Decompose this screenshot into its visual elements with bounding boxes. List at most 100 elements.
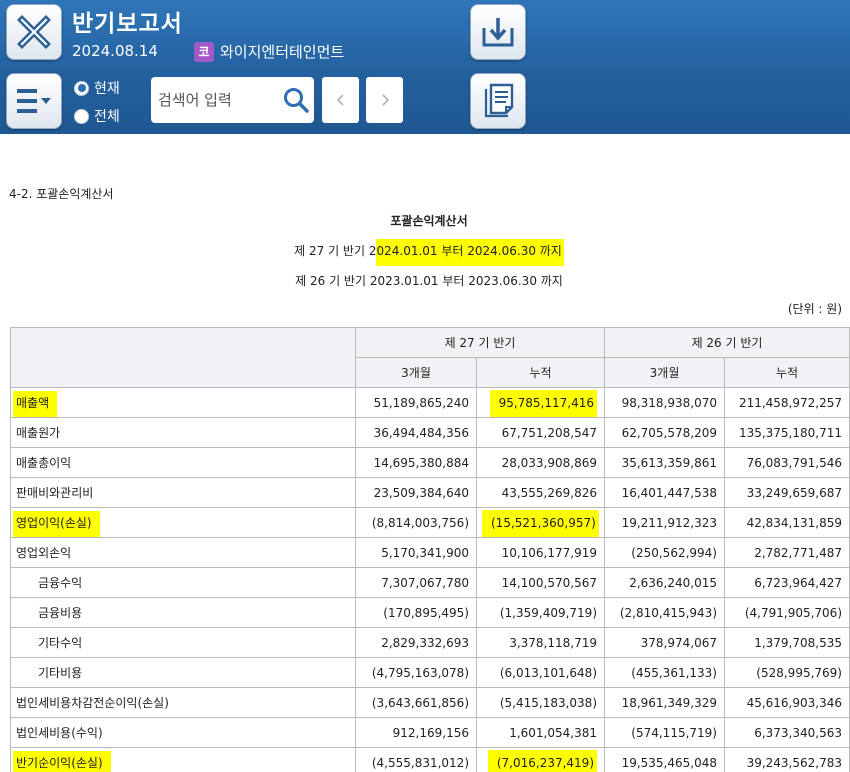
account-label-text: 법인세비용차감전순이익(손실) (16, 696, 169, 710)
app-header: 반기보고서 2024.08.14 코 와이지엔터테인먼트 현재 전체 (0, 0, 850, 134)
amount-value: 62,705,578,209 (621, 425, 717, 440)
account-label-text: 법인세비용(수익) (16, 726, 103, 740)
report-title: 반기보고서 (72, 11, 183, 37)
amount-value: (7,016,237,419) (487, 749, 597, 772)
amount-value: 6,723,964,427 (754, 575, 842, 590)
amount-value: 2,782,771,487 (754, 545, 842, 560)
amount-cell: 1,379,708,535 (724, 627, 850, 658)
amount-value: (4,795,163,078) (371, 665, 469, 680)
menu-button[interactable] (6, 73, 62, 129)
account-label: 매출원가 (10, 417, 356, 448)
amount-cell: 33,249,659,687 (724, 477, 850, 508)
document-icon (484, 83, 514, 118)
amount-cell: 39,243,562,783 (724, 747, 850, 772)
amount-value: 76,083,791,546 (746, 455, 842, 470)
amount-cell: 19,211,912,323 (604, 507, 725, 538)
amount-value: 35,613,359,861 (621, 455, 717, 470)
radio-all[interactable]: 전체 (74, 106, 120, 126)
amount-cell: (455,361,133) (604, 657, 725, 688)
amount-cell: 2,636,240,015 (604, 567, 725, 598)
amount-value: 95,785,117,416 (489, 389, 597, 417)
amount-value: (455,361,133) (631, 665, 717, 680)
amount-cell: 6,373,340,563 (724, 717, 850, 748)
amount-cell: (7,016,237,419) (476, 747, 605, 772)
download-icon (482, 18, 514, 47)
amount-cell: (3,643,661,856) (355, 687, 477, 718)
amount-value: 2,636,240,015 (629, 575, 717, 590)
close-button[interactable] (6, 4, 62, 60)
period-current-prefix: 제 27 기 반기 2 (294, 244, 377, 258)
amount-cell: (5,415,183,038) (476, 687, 605, 718)
amount-cell: 135,375,180,711 (724, 417, 850, 448)
amount-value: 3,378,118,719 (509, 635, 597, 650)
amount-value: 23,509,384,640 (373, 485, 469, 500)
amount-cell: 67,751,208,547 (476, 417, 605, 448)
amount-value: (528,995,769) (756, 665, 842, 680)
amount-cell: (170,895,495) (355, 597, 477, 628)
amount-value: 19,535,465,048 (621, 755, 717, 770)
table-row: 매출액 51,189,865,240 95,785,117,416 98,318,93… (10, 387, 850, 418)
header-account (10, 327, 356, 388)
amount-value: 33,249,659,687 (746, 485, 842, 500)
amount-cell: 7,307,067,780 (355, 567, 477, 598)
search-icon[interactable] (282, 86, 310, 114)
amount-value: 211,458,972,257 (738, 395, 842, 410)
account-label: 영업외손익 (10, 537, 356, 568)
radio-current-indicator[interactable] (74, 80, 89, 96)
header-group-current: 제 27 기 반기 (355, 327, 605, 358)
amount-value: (3,643,661,856) (371, 695, 469, 710)
amount-cell: 95,785,117,416 (476, 387, 605, 418)
section-title: 4-2. 포괄손익계산서 (9, 187, 114, 201)
amount-cell: (2,810,415,943) (604, 597, 725, 628)
amount-cell: (15,521,360,957) (476, 507, 605, 538)
account-label-text: 매출총이익 (16, 456, 72, 470)
amount-cell: (4,555,831,012) (355, 747, 477, 772)
next-result-button[interactable] (366, 77, 403, 123)
account-label-text: 판매비와관리비 (16, 486, 94, 500)
search-input[interactable] (158, 80, 280, 120)
amount-value: 6,373,340,563 (754, 725, 842, 740)
amount-value: 7,307,067,780 (381, 575, 469, 590)
amount-value: 28,033,908,869 (501, 455, 597, 470)
amount-cell: 51,189,865,240 (355, 387, 477, 418)
amount-value: (170,895,495) (383, 605, 469, 620)
amount-cell: 2,782,771,487 (724, 537, 850, 568)
account-label: 금융비용 (10, 597, 356, 628)
radio-all-label: 전체 (94, 109, 120, 125)
account-label: 기타수익 (10, 627, 356, 658)
amount-cell: 76,083,791,546 (724, 447, 850, 478)
header-current-cumulative: 누적 (476, 357, 605, 388)
radio-current[interactable]: 현재 (74, 78, 120, 98)
radio-all-indicator[interactable] (74, 108, 89, 124)
account-label: 법인세비용차감전순이익(손실) (10, 687, 356, 718)
amount-value: 1,379,708,535 (754, 635, 842, 650)
amount-value: (2,810,415,943) (619, 605, 717, 620)
amount-value: 5,170,341,900 (381, 545, 469, 560)
account-label-text: 매출원가 (16, 426, 61, 440)
account-label: 판매비와관리비 (10, 477, 356, 508)
period-current-highlight: 024.01.01 부터 2024.06.30 까지 (376, 239, 564, 266)
amount-cell: 14,695,380,884 (355, 447, 477, 478)
amount-cell: 18,961,349,329 (604, 687, 725, 718)
amount-value: (6,013,101,648) (499, 665, 597, 680)
amount-cell: 211,458,972,257 (724, 387, 850, 418)
account-label: 법인세비용(수익) (10, 717, 356, 748)
statement-title: 포괄손익계산서 (390, 214, 468, 228)
document-list-button[interactable] (470, 73, 526, 129)
amount-value: 36,494,484,356 (373, 425, 469, 440)
amount-cell: (4,791,905,706) (724, 597, 850, 628)
amount-cell: 36,494,484,356 (355, 417, 477, 448)
amount-value: 39,243,562,783 (746, 755, 842, 770)
prev-result-button[interactable] (322, 77, 359, 123)
account-label: 매출액 (10, 387, 356, 418)
amount-value: (4,791,905,706) (744, 605, 842, 620)
table-row: 법인세비용차감전순이익(손실) (3,643,661,856) (5,415,183… (10, 687, 850, 718)
amount-value: 135,375,180,711 (738, 425, 842, 440)
table-row: 반기순이익(손실) (4,555,831,012) (7,016,237,419) 1… (10, 747, 850, 772)
amount-cell: (250,562,994) (604, 537, 725, 568)
amount-cell: 912,169,156 (355, 717, 477, 748)
account-label-text: 기타수익 (38, 636, 83, 650)
download-button[interactable] (470, 4, 526, 60)
amount-value: 2,829,332,693 (381, 635, 469, 650)
account-label-text: 금융비용 (38, 606, 83, 620)
